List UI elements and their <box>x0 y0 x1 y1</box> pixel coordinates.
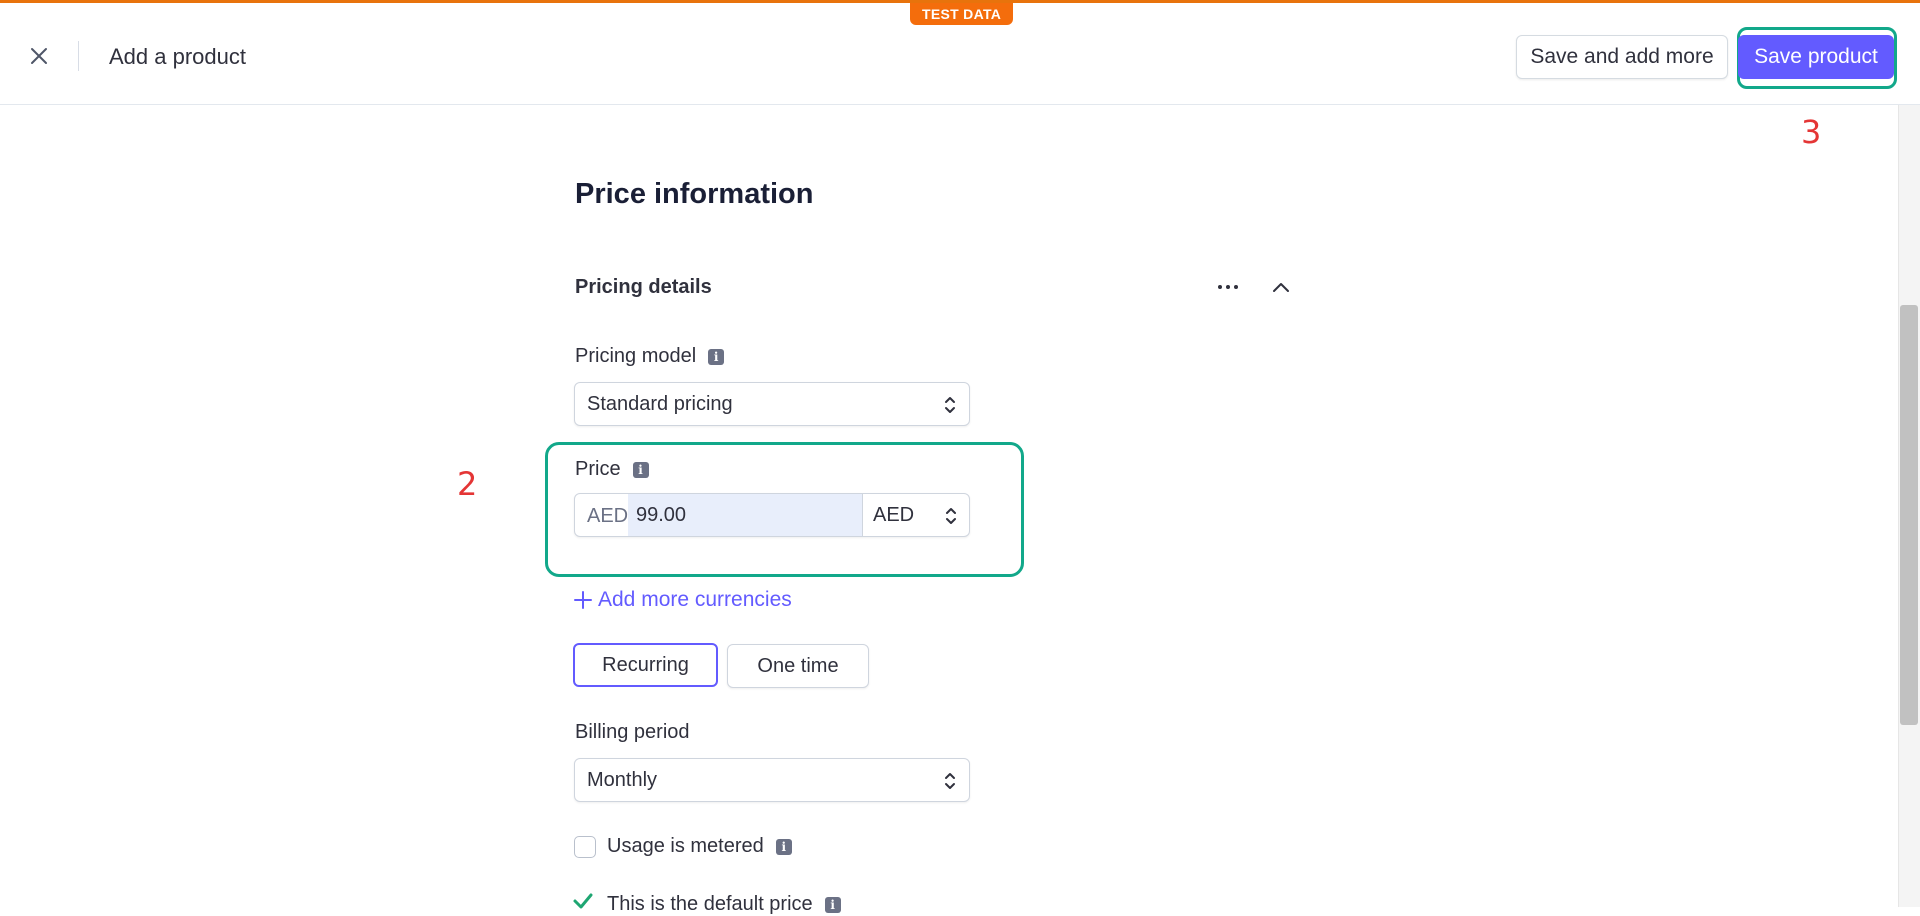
close-button[interactable] <box>24 41 54 71</box>
usage-metered-label-text: Usage is metered <box>607 835 764 857</box>
save-and-add-more-button[interactable]: Save and add more <box>1516 35 1728 79</box>
info-icon[interactable]: i <box>708 348 725 365</box>
info-icon[interactable]: i <box>632 461 649 478</box>
section-title: Price information <box>575 178 814 210</box>
pricing-model-value: Standard pricing <box>587 392 733 415</box>
pricing-model-label: Pricing model i <box>575 345 725 368</box>
price-input-group: AED AED <box>574 493 970 537</box>
default-price-label: This is the default price i <box>607 893 841 916</box>
default-price-check-icon <box>573 893 593 909</box>
price-label-text: Price <box>575 458 621 480</box>
billing-period-label-text: Billing period <box>575 721 690 743</box>
more-options-button[interactable] <box>1212 275 1244 299</box>
pricing-details-title: Pricing details <box>575 276 712 298</box>
billing-period-select[interactable]: Monthly <box>574 758 970 802</box>
info-icon[interactable]: i <box>775 838 792 855</box>
add-more-currencies-link[interactable]: Add more currencies <box>574 588 792 612</box>
pricing-model-label-text: Pricing model <box>575 345 697 367</box>
usage-metered-label: Usage is metered i <box>607 835 792 858</box>
close-icon <box>31 48 47 64</box>
step-number-2: 2 <box>457 465 478 503</box>
select-chevron-icon <box>946 508 956 524</box>
select-chevron-icon <box>945 773 955 789</box>
chevron-up-icon <box>1273 283 1289 292</box>
more-dot <box>1234 285 1238 289</box>
default-price-label-text: This is the default price <box>607 893 813 915</box>
currency-prefix: AED <box>587 505 629 527</box>
currency-select[interactable]: AED <box>862 494 969 536</box>
recurring-toggle[interactable]: Recurring <box>573 643 718 687</box>
info-icon[interactable]: i <box>824 896 841 913</box>
collapse-button[interactable] <box>1266 272 1296 302</box>
usage-metered-checkbox[interactable] <box>574 836 596 858</box>
billing-period-value: Monthly <box>587 768 658 791</box>
one-time-toggle[interactable]: One time <box>727 644 869 688</box>
page-title: Add a product <box>109 44 246 69</box>
currency-value: AED <box>873 504 915 526</box>
step-number-3: 3 <box>1801 113 1822 151</box>
select-chevron-icon <box>945 397 955 413</box>
price-input[interactable] <box>628 494 862 536</box>
add-more-currencies-text: Add more currencies <box>598 588 792 611</box>
billing-period-label: Billing period <box>575 721 690 744</box>
price-label: Price i <box>575 458 649 481</box>
more-horizontal-icon <box>1218 285 1222 289</box>
test-data-badge: TEST DATA <box>910 3 1014 25</box>
more-dot <box>1226 285 1230 289</box>
plus-icon <box>574 591 592 609</box>
scrollbar-thumb[interactable] <box>1900 305 1918 725</box>
header-divider <box>78 41 79 71</box>
save-product-button[interactable]: Save product <box>1738 35 1894 79</box>
pricing-model-select[interactable]: Standard pricing <box>574 382 970 426</box>
